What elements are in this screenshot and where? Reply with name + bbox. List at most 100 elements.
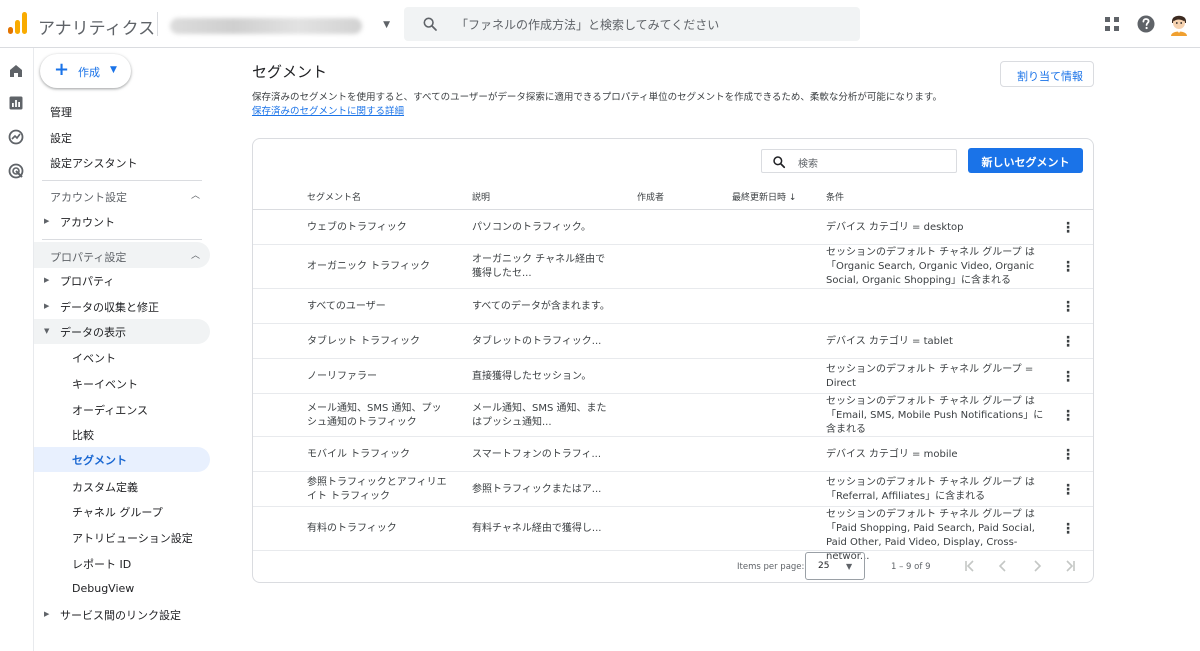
analytics-logo-icon[interactable]	[8, 12, 28, 34]
avatar[interactable]	[1168, 12, 1190, 36]
more-vert-icon[interactable]: ⋮	[1058, 406, 1078, 426]
more-vert-icon[interactable]: ⋮	[1058, 480, 1078, 500]
cell-line: 有料チャネル経由で獲得し...	[472, 523, 602, 534]
cell-line: モバイル トラフィック	[307, 449, 410, 460]
nav-item-data-display[interactable]: ▼ データの表示	[34, 319, 210, 344]
nav-item-settings[interactable]: 設定	[34, 125, 210, 149]
page-title: セグメント	[252, 63, 328, 81]
cell-line: Direct	[826, 378, 856, 389]
table-row[interactable]: ウェブのトラフィック パソコンのトラフィック。 デバイス カテゴリ = deskto…	[253, 210, 1093, 245]
cell-line: スマートフォンのトラフィ...	[472, 449, 602, 460]
nav-item-admin[interactable]: 管理	[34, 99, 210, 123]
nav-item-label: DebugView	[72, 582, 135, 595]
table-row[interactable]: 有料のトラフィック 有料チャネル経由で獲得し... セッションのデフォルト チャネル…	[253, 507, 1093, 562]
nav-item-key-events[interactable]: キーイベント	[34, 371, 210, 395]
account-settings-header[interactable]: アカウント設定 ︿	[34, 182, 210, 208]
nav-item-label: レポート ID	[72, 558, 132, 571]
nav-item-report-id[interactable]: レポート ID	[34, 551, 210, 575]
search-icon	[423, 17, 437, 31]
chevron-up-icon: ︿	[191, 251, 201, 261]
global-search-bar[interactable]: 「ファネルの作成方法」と検索してみてください	[404, 7, 860, 41]
more-vert-icon[interactable]: ⋮	[1058, 519, 1078, 539]
nav-item-segments[interactable]: セグメント	[34, 447, 210, 472]
nav-item-debugview[interactable]: DebugView	[34, 577, 210, 601]
column-header-condition[interactable]: 条件	[826, 190, 844, 203]
cell-line: 獲得したセ...	[472, 268, 532, 279]
nav-item-account[interactable]: ▶ アカウント	[34, 209, 210, 233]
advertising-icon[interactable]	[7, 162, 25, 180]
nav-item-audiences[interactable]: オーディエンス	[34, 397, 210, 421]
cell-line: ノーリファラー	[307, 371, 377, 382]
nav-item-setup-assistant[interactable]: 設定アシスタント	[34, 150, 210, 174]
home-icon[interactable]	[7, 62, 25, 80]
table-row[interactable]: モバイル トラフィック スマートフォンのトラフィ... デバイス カテゴリ = mo…	[253, 437, 1093, 472]
column-header-name[interactable]: セグメント名	[307, 190, 361, 203]
table-row[interactable]: 参照トラフィックとアフィリエ イト トラフィック 参照トラフィックまたはア... セッ…	[253, 472, 1093, 507]
help-icon[interactable]	[1136, 14, 1156, 34]
app-title: アナリティクス	[38, 19, 156, 39]
segment-name-cell: モバイル トラフィック	[307, 448, 452, 462]
apps-grid-icon[interactable]	[1102, 14, 1122, 34]
more-vert-icon[interactable]: ⋮	[1058, 218, 1078, 238]
page-description: 保存済みのセグメントを使用すると、すべてのユーザーがデータ探索に適用できるプロパ…	[252, 92, 942, 103]
nav-item-attribution-settings[interactable]: アトリビューション設定	[34, 525, 210, 549]
more-vert-icon[interactable]: ⋮	[1058, 332, 1078, 352]
nav-item-data-collection[interactable]: ▶ データの収集と修正	[34, 294, 210, 318]
segment-description-cell: タブレットのトラフィック...	[472, 335, 622, 349]
column-header-last-updated[interactable]: 最終更新日時 ↓	[732, 190, 796, 203]
previous-page-icon[interactable]	[994, 557, 1012, 575]
nav-item-custom-definitions[interactable]: カスタム定義	[34, 474, 210, 498]
cell-line: はプッシュ通知...	[472, 417, 552, 428]
expand-arrow-icon: ▶	[44, 276, 50, 284]
create-button[interactable]: + 作成 ▼	[40, 54, 131, 88]
more-vert-icon[interactable]: ⋮	[1058, 257, 1078, 277]
more-vert-icon[interactable]: ⋮	[1058, 297, 1078, 317]
nav-item-events[interactable]: イベント	[34, 345, 210, 369]
segment-description-cell: パソコンのトラフィック。	[472, 221, 622, 235]
top-bar: アナリティクス ▼ 「ファネルの作成方法」と検索してみてください	[0, 0, 1200, 48]
nav-item-label: セグメント	[72, 454, 127, 467]
create-label: 作成	[78, 66, 100, 79]
cell-line: 参照トラフィックとアフィリエ	[307, 477, 447, 488]
nav-item-product-links[interactable]: ▶ サービス間のリンク設定	[34, 602, 210, 626]
account-picker[interactable]: ▼	[170, 10, 390, 40]
nav-item-property[interactable]: ▶ プロパティ	[34, 268, 210, 292]
nav-item-comparisons[interactable]: 比較	[34, 422, 210, 446]
more-vert-icon[interactable]: ⋮	[1058, 367, 1078, 387]
new-segment-button[interactable]: 新しいセグメント	[968, 148, 1083, 173]
assignment-info-button[interactable]: 割り当て情報	[1000, 61, 1094, 87]
reports-icon[interactable]	[7, 94, 25, 112]
first-page-icon[interactable]	[961, 557, 979, 575]
segment-condition-cell: セッションのデフォルト チャネル グループ は「Referral, Affili…	[826, 476, 1046, 504]
items-per-page-select[interactable]: 25 ▼	[805, 552, 865, 580]
last-page-icon[interactable]	[1061, 557, 1079, 575]
table-row[interactable]: すべてのユーザー すべてのデータが含まれます。 ⋮	[253, 289, 1093, 324]
property-settings-header[interactable]: プロパティ設定 ︿	[34, 242, 210, 268]
nav-item-label: キーイベント	[72, 378, 138, 391]
cell-line: オーガニック トラフィック	[307, 261, 430, 272]
items-per-page-value: 25	[818, 561, 830, 571]
nav-item-label: カスタム定義	[72, 481, 138, 494]
table-row[interactable]: タブレット トラフィック タブレットのトラフィック... デバイス カテゴリ = t…	[253, 324, 1093, 359]
segment-description-cell: 直接獲得したセッション。	[472, 370, 622, 384]
nav-item-label: データの表示	[60, 326, 126, 339]
table-row[interactable]: メール通知、SMS 通知、プッ シュ通知のトラフィック メール通知、SMS 通知、ま…	[253, 394, 1093, 437]
column-header-description[interactable]: 説明	[472, 190, 490, 203]
learn-more-link[interactable]: 保存済みのセグメントに関する詳細	[252, 103, 404, 117]
nav-item-channel-groups[interactable]: チャネル グループ	[34, 499, 210, 523]
button-label: 新しいセグメント	[981, 156, 1070, 169]
nav-item-label: データの収集と修正	[60, 301, 159, 314]
table-row[interactable]: ノーリファラー 直接獲得したセッション。 セッションのデフォルト チャネル グループ…	[253, 359, 1093, 394]
table-search-input[interactable]: 検索	[761, 149, 957, 173]
next-page-icon[interactable]	[1028, 557, 1046, 575]
sort-arrow-down-icon: ↓	[788, 193, 797, 203]
segment-condition-cell: デバイス カテゴリ = mobile	[826, 448, 1046, 462]
nav-item-label: アカウント	[60, 216, 115, 229]
cell-line: デバイス カテゴリ = mobile	[826, 449, 958, 460]
cell-line: タブレット トラフィック	[307, 336, 420, 347]
expand-arrow-icon: ▶	[44, 217, 50, 225]
column-header-creator[interactable]: 作成者	[637, 190, 664, 203]
explore-icon[interactable]	[7, 128, 25, 146]
table-row[interactable]: オーガニック トラフィック オーガニック チャネル経由で 獲得したセ... セッション…	[253, 245, 1093, 289]
more-vert-icon[interactable]: ⋮	[1058, 445, 1078, 465]
